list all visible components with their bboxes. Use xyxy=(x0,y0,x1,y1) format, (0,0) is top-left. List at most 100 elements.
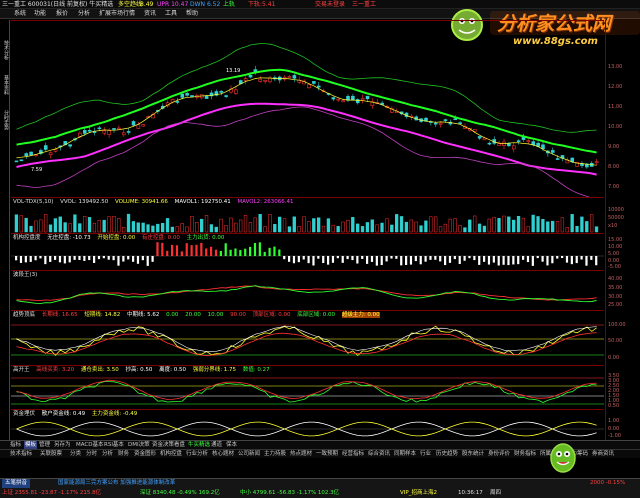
numeric-value: 数值: 0.27 xyxy=(242,367,270,373)
tab-peer-sample[interactable]: 同期样本 xyxy=(394,450,416,459)
tab-history-trend[interactable]: 历史趋势 xyxy=(436,450,458,459)
capital-bar xyxy=(73,256,76,260)
tab-consensus[interactable]: 一致预期 xyxy=(316,450,338,459)
swing-red-line xyxy=(16,379,597,400)
menu-news[interactable]: 资讯 xyxy=(144,9,156,19)
volume-panel[interactable]: VOL-TDX(5,10) VVOL: 139492.50 VOLUME: 30… xyxy=(11,197,604,233)
tab-rating[interactable]: 身份评价 xyxy=(488,450,510,459)
tab-fund-chart[interactable]: 资金图形 xyxy=(134,450,156,459)
fund-ambush-panel[interactable]: 资金埋伏 散户资金线: 0.49 主力资金线: -0.49 xyxy=(11,409,604,440)
menu-tools[interactable]: 工具 xyxy=(165,9,177,19)
wave-king-panel[interactable]: 波段王(3) xyxy=(11,270,604,310)
capital-bar xyxy=(127,256,130,260)
volume-bar xyxy=(151,225,155,233)
candle-body xyxy=(477,136,482,139)
candle-body xyxy=(175,101,180,103)
capital-bar xyxy=(132,256,135,262)
tab-holder-stats[interactable]: 股东统计 xyxy=(462,450,484,459)
tab-main-holdings[interactable]: 主力持股 xyxy=(264,450,286,459)
menu-function[interactable]: 功能 xyxy=(34,9,46,19)
volume-bar xyxy=(219,218,223,233)
sidebar-tab-intraday[interactable]: 分时走势 xyxy=(1,110,9,140)
menu-analysis[interactable]: 分析 xyxy=(78,9,90,19)
tab-sector[interactable]: 行业 xyxy=(420,450,431,459)
capital-bar xyxy=(414,256,417,262)
volume-bar xyxy=(122,227,126,233)
volume-bar xyxy=(546,221,550,233)
candle-body xyxy=(550,150,555,153)
candle-body xyxy=(453,118,458,121)
candle-body xyxy=(131,121,136,126)
candle-body xyxy=(263,79,267,82)
volume-bar xyxy=(390,224,394,233)
trend-tick: 0.00 xyxy=(608,355,620,361)
tab-core-theme[interactable]: 核心题材 xyxy=(212,450,234,459)
server-name[interactable]: VIP_招商上海2 xyxy=(400,489,437,498)
capital-bar xyxy=(166,250,169,256)
tab-hot-topics[interactable]: 热点题材 xyxy=(290,450,312,459)
tab-analysis[interactable]: 分析 xyxy=(102,450,113,459)
volume-bar xyxy=(580,216,584,233)
menu-extended-market[interactable]: 扩展市场行情 xyxy=(99,9,135,19)
tab-operations[interactable]: 经营指标 xyxy=(342,450,364,459)
news-ticker[interactable]: 国家能源局三完方案公布 加强推进能源体制改革 xyxy=(58,479,175,488)
main-price-chart[interactable]: 13.19 7.59 xyxy=(11,20,604,198)
wave-header: 波段王(3) xyxy=(13,271,42,280)
trend-panel[interactable]: 趋势顶底 长期线: 16.65 短期线: 14.82 中期线: 5.62 0.0… xyxy=(11,310,604,365)
tab-general-news[interactable]: 综合资讯 xyxy=(368,450,390,459)
capital-bar xyxy=(463,256,466,261)
volume-bar xyxy=(117,218,121,233)
tab-related-stocks[interactable]: 关联股票 xyxy=(40,450,62,459)
tab-company-news[interactable]: 公司新闻 xyxy=(238,450,260,459)
capital-bar xyxy=(78,256,81,260)
capital-control-panel[interactable]: 机构控盘度 无庄控盘: -10.73 开始控盘: 0.00 有庄控盘: 0.00… xyxy=(11,233,604,270)
menu-quote[interactable]: 报价 xyxy=(56,9,68,19)
trend-header: 趋势顶底 长期线: 16.65 短期线: 14.82 中期线: 5.62 0.0… xyxy=(13,311,385,320)
volume-bar xyxy=(58,216,62,233)
volume-bar xyxy=(112,216,116,233)
capital-bar xyxy=(385,256,388,262)
menu-system[interactable]: 系统 xyxy=(14,9,26,19)
volume-bar xyxy=(175,226,179,233)
volume-bar xyxy=(156,223,160,233)
capital-bar xyxy=(244,248,247,256)
sidebar-tab-fundamentals[interactable]: 基本资料 xyxy=(1,75,9,105)
swing-green-line xyxy=(16,381,597,403)
candle-body xyxy=(258,78,263,82)
menu-help[interactable]: 帮助 xyxy=(186,9,198,19)
bottom-zone-value: 底部区域: 0.00 xyxy=(297,312,336,318)
fund-axis: 1.00 0.00 -1.00 xyxy=(605,409,640,440)
capital-bar xyxy=(351,256,354,261)
market-shenzhen: 深证 8340.48 -0.49% 169.2亿 xyxy=(140,490,220,496)
capital-bar xyxy=(83,256,86,261)
tab-institution[interactable]: 机构控盘 xyxy=(160,450,182,459)
stock-name-link[interactable]: 三一重工 xyxy=(352,0,376,9)
capital-bar xyxy=(424,256,427,262)
swing-panel[interactable]: 高开王 高线买卖: 3.20 通仓卖出: 3.50 抄高: 0.50 离度: 0… xyxy=(11,365,604,409)
volume-bar xyxy=(97,219,101,233)
capital-bar xyxy=(49,256,52,262)
volume-indicator-name: VOL-TDX(5,10) xyxy=(13,199,54,205)
volume-bar xyxy=(312,218,316,233)
high-buy-sell-value: 高线买卖: 3.20 xyxy=(36,367,75,373)
candle-body xyxy=(180,93,185,98)
volume-bar xyxy=(395,214,399,233)
tab-category[interactable]: 分类 xyxy=(70,450,81,459)
tab-broker-news[interactable]: 券商资讯 xyxy=(592,450,614,459)
tab-tech-indicators[interactable]: 技术指标 xyxy=(10,450,32,459)
upper-band-line xyxy=(16,43,597,133)
trade-login-link[interactable]: 交易未登录 xyxy=(315,0,345,9)
fund-header: 资金埋伏 散户资金线: 0.49 主力资金线: -0.49 xyxy=(13,410,142,419)
tab-industry[interactable]: 行业分析 xyxy=(186,450,208,459)
candle-body xyxy=(594,161,599,164)
price-chart-canvas xyxy=(14,43,599,198)
tab-intraday[interactable]: 分时 xyxy=(86,450,97,459)
volume-bar xyxy=(24,217,28,233)
volume-bar xyxy=(468,219,472,233)
sidebar-tab-technical[interactable]: 技术分析 xyxy=(1,40,9,70)
volume-bar xyxy=(195,222,199,233)
tab-finance[interactable]: 财务 xyxy=(118,450,129,459)
capital-bar xyxy=(258,242,261,256)
input-method-button[interactable]: 五笔拼音 xyxy=(2,479,31,488)
tab-finance-indicators[interactable]: 财务指标 xyxy=(514,450,536,459)
